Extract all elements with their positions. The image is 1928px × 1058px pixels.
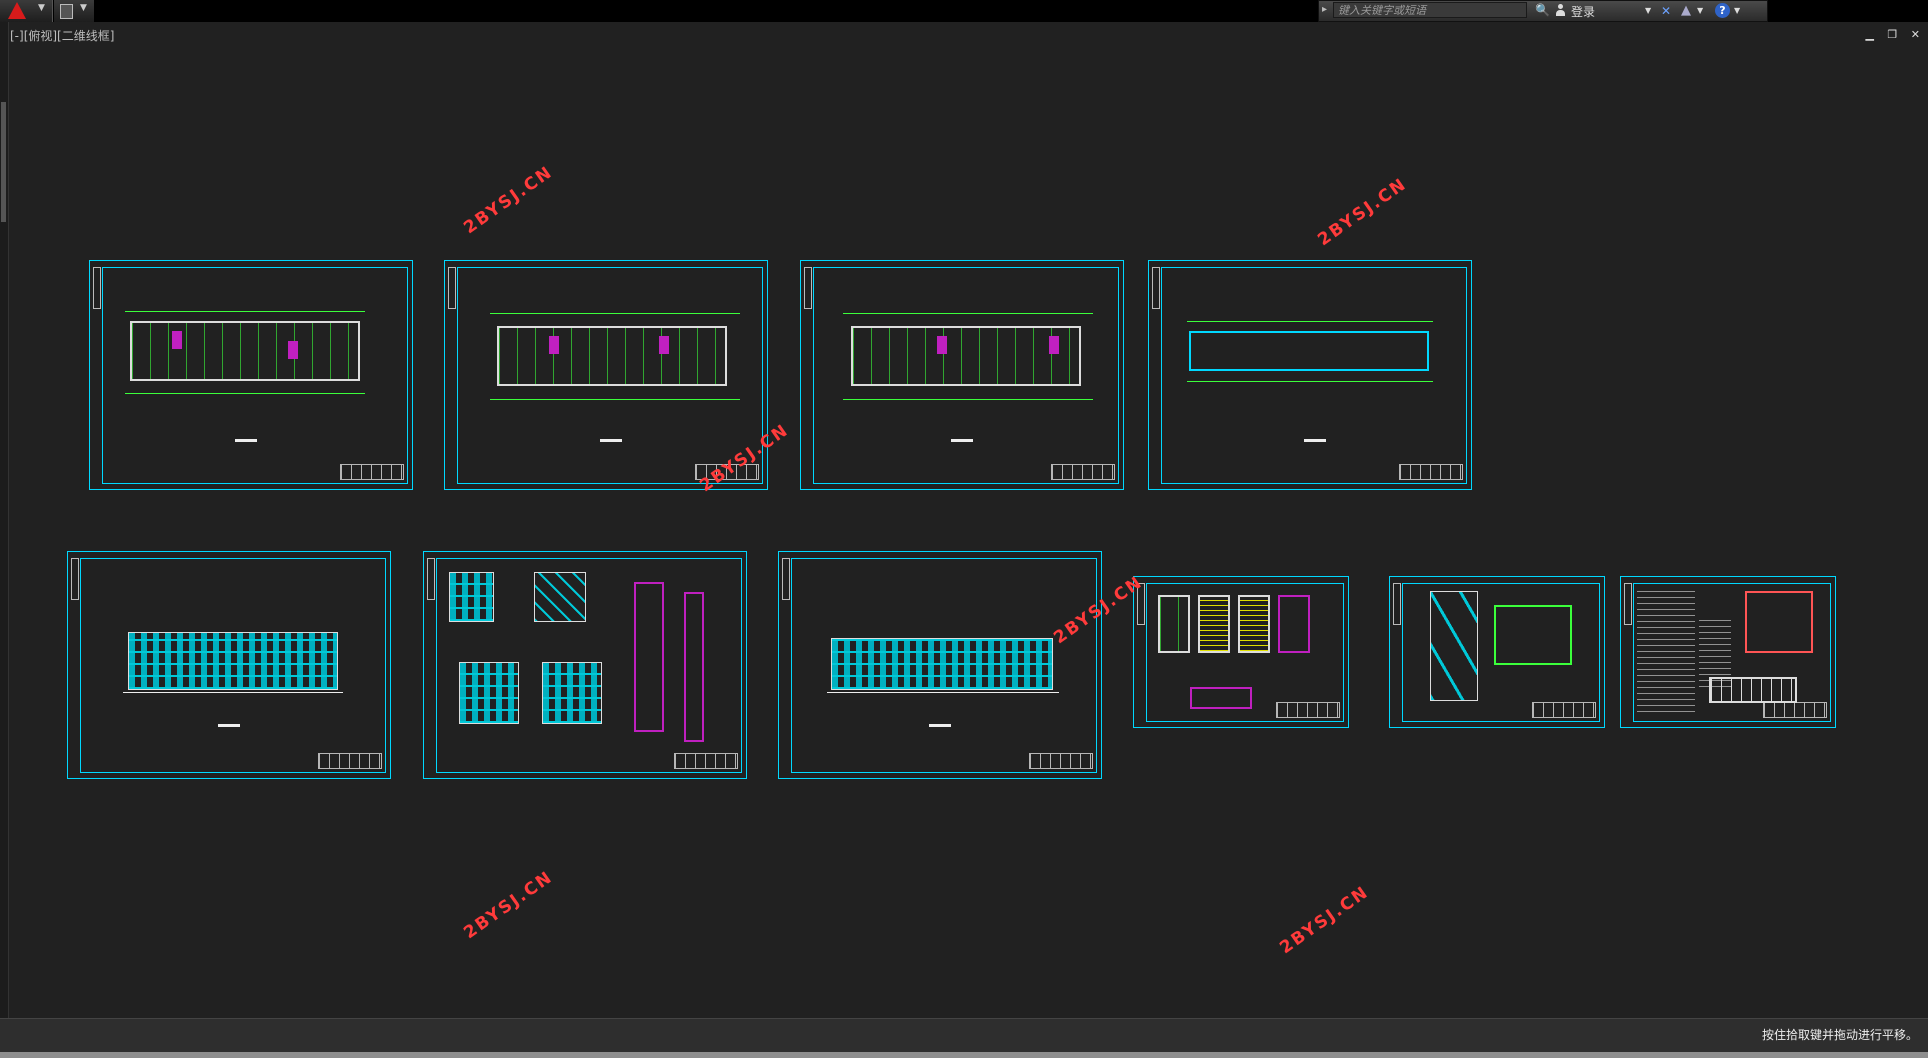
search-expand-icon[interactable]: ▸ [1322,4,1327,15]
status-bar: 按住拾取键并拖动进行平移。 [0,1018,1928,1053]
autodesk-icon[interactable]: ▲ [1681,3,1691,18]
binoculars-icon[interactable]: 🔍 [1535,3,1550,17]
infocenter-toolbar: ▸ 🔍 登录 ▼ ✕ ▲ ▼ ? ▼ [1318,0,1768,22]
drawing-sheet[interactable] [1133,576,1349,728]
title-bar: ▼ ▼ ▸ 🔍 登录 ▼ ✕ ▲ ▼ ? ▼ [0,0,1928,22]
save-icon[interactable] [60,4,73,19]
drawing-sheet[interactable] [800,260,1124,490]
chevron-down-icon: ▼ [38,3,45,13]
left-scroll-strip[interactable] [0,22,9,1052]
watermark: 2BYSJ.CN [460,867,557,944]
drawing-sheet[interactable] [89,260,413,490]
search-input[interactable] [1333,2,1527,18]
drawing-sheet[interactable] [1389,576,1605,728]
chevron-down-icon[interactable]: ▼ [1697,6,1703,15]
drawing-sheet[interactable] [67,551,391,779]
minimize-icon[interactable]: ▁ [1865,28,1873,41]
drawing-sheet[interactable] [1148,260,1472,490]
scroll-thumb[interactable] [1,102,6,222]
close-icon[interactable]: ✕ [1911,28,1920,41]
watermark: 2BYSJ.CN [1276,882,1373,959]
user-icon[interactable] [1555,4,1566,17]
login-button[interactable]: 登录 [1571,3,1595,20]
exchange-icon[interactable]: ✕ [1661,4,1671,18]
drawing-sheet[interactable] [1620,576,1836,728]
watermark: 2BYSJ.CN [460,162,557,239]
application-menu-button[interactable]: ▼ [0,0,53,22]
quick-access-toolbar[interactable]: ▼ [54,0,94,22]
drawing-sheet[interactable] [423,551,747,779]
restore-icon[interactable]: ❐ [1887,28,1897,41]
autocad-logo-icon [8,2,26,19]
chevron-down-icon[interactable]: ▼ [1734,6,1740,15]
chevron-down-icon[interactable]: ▼ [80,3,87,13]
watermark: 2BYSJ.CN [1314,174,1411,251]
drawing-sheet[interactable] [778,551,1102,779]
bottom-border [0,1052,1928,1058]
status-message: 按住拾取键并拖动进行平移。 [1761,1028,1918,1042]
help-icon[interactable]: ? [1715,3,1730,18]
drawing-window-controls: ▁ ❐ ✕ [1855,28,1920,41]
viewport-controls[interactable]: [-][俯视][二维线框] [10,27,114,44]
chevron-down-icon[interactable]: ▼ [1645,6,1651,15]
drawing-sheet[interactable] [444,260,768,490]
